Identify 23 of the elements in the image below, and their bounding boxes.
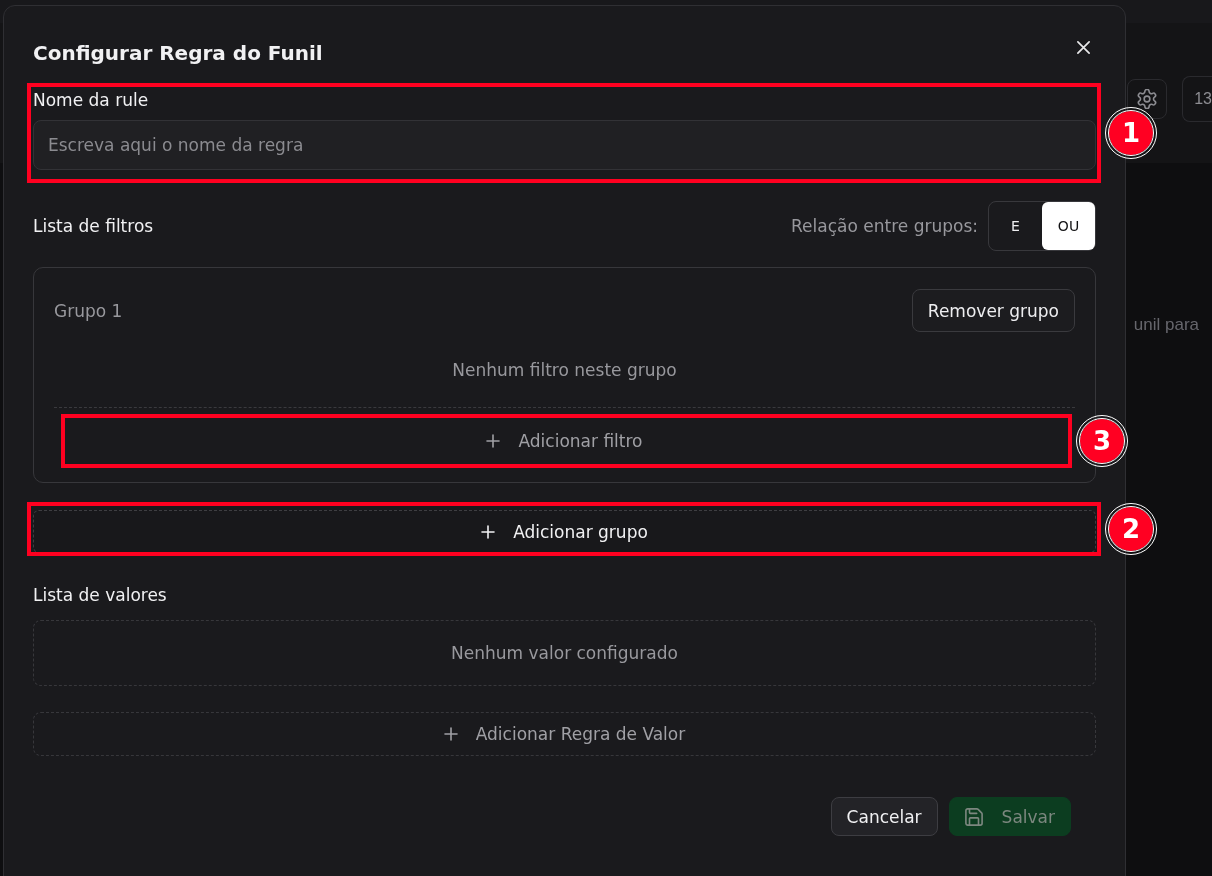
dialog-title: Configurar Regra do Funil xyxy=(33,40,323,67)
section-title: Lista de valores xyxy=(33,584,168,606)
field-label: Nome da rule xyxy=(33,89,150,111)
plus-icon xyxy=(486,434,501,448)
plus-icon xyxy=(443,727,458,741)
relation-label: Relação entre grupos: xyxy=(791,216,978,236)
empty-message: Nenhum valor configurado xyxy=(451,643,678,663)
background-text: unil para xyxy=(1133,314,1199,336)
toggle-option[interactable]: E xyxy=(989,202,1042,250)
cancel-button[interactable]: Cancelar xyxy=(830,797,938,836)
add-filter-button[interactable]: Adicionar filtro xyxy=(54,419,1075,463)
add-value-rule-button[interactable]: Adicionar Regra de Valor xyxy=(33,712,1096,756)
plus-icon xyxy=(481,524,496,539)
remove-group-button[interactable]: Remover grupo xyxy=(911,289,1075,332)
name-input[interactable]: Escreva aqui o nome da regra xyxy=(33,120,1096,170)
section-title: Lista de filtros xyxy=(33,215,154,237)
group-title: Grupo 1 xyxy=(54,300,123,321)
add-group-button[interactable]: Adicionar grupo xyxy=(33,510,1096,553)
empty-message: Nenhum filtro neste grupo xyxy=(452,359,677,380)
close-icon[interactable] xyxy=(1076,40,1091,55)
settings-icon xyxy=(1137,89,1158,109)
count-button[interactable]: 13 xyxy=(1182,76,1212,122)
toggle-option[interactable]: OU xyxy=(1042,202,1095,250)
